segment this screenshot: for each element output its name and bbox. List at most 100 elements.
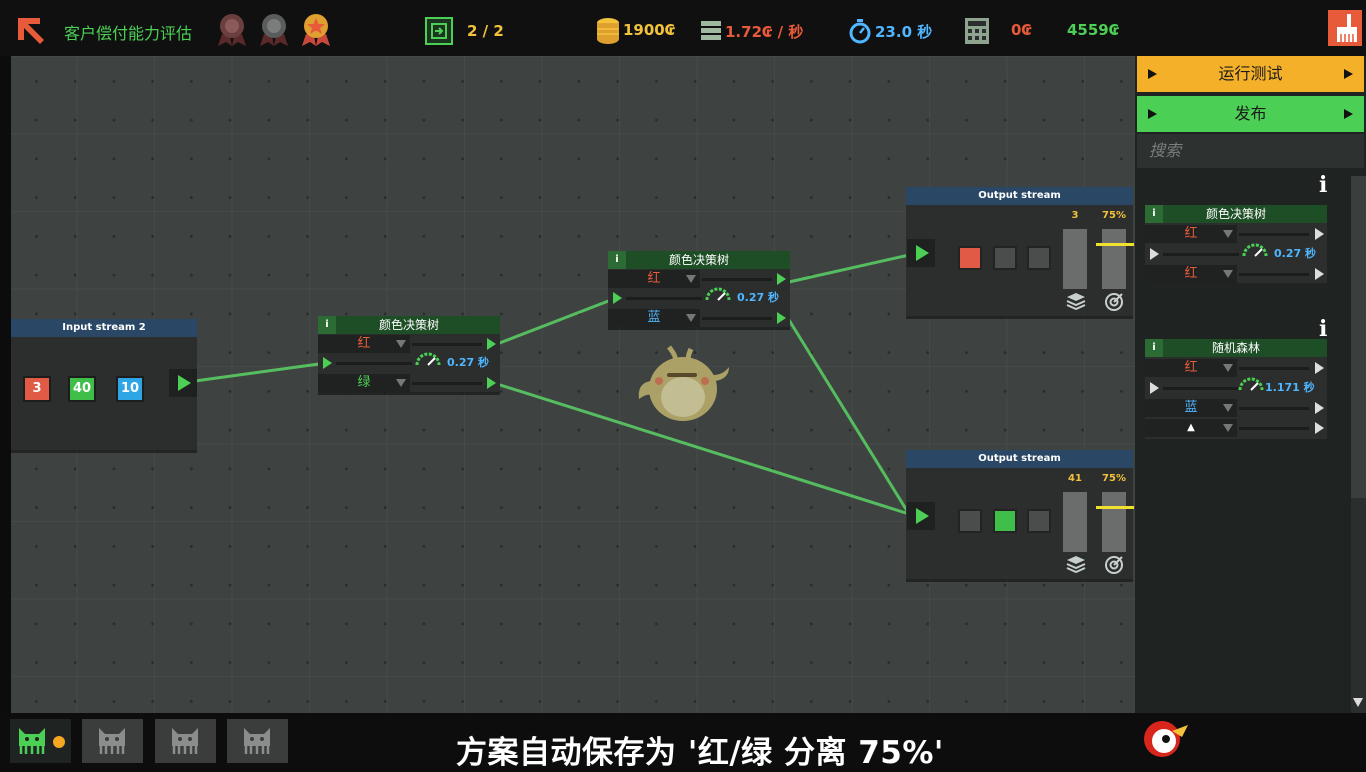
sidebar-card-random-forest[interactable]: i 随机森林 红 蓝 ▲ 1.171 秒 [1145,339,1327,439]
run-test-button[interactable]: 运行测试 [1137,56,1364,92]
mascot-character [633,341,733,425]
output-1-count-meter [1063,229,1087,289]
tree-a-class-dropdown-1[interactable]: 红 [318,335,410,353]
bronze-medal-icon [218,14,246,46]
sidebar-card2-output-3 [1314,421,1324,435]
publish-button[interactable]: 发布 [1137,96,1364,132]
output-stream-node-2[interactable]: Output stream 41 75% [906,450,1134,579]
output-2-input-port[interactable] [907,502,935,530]
output-2-accuracy-meter [1102,492,1126,552]
output-2-count-meter [1063,492,1087,552]
active-slot[interactable] [10,719,71,763]
input-stream-node[interactable]: Input stream 2 3 40 10 [11,319,197,450]
save-slot-3[interactable] [227,719,288,763]
sidebar-card2-dropdown-3[interactable]: ▲ [1145,419,1237,437]
tree-a-class-dropdown-2[interactable]: 绿 [318,374,410,392]
decision-tree-node-b[interactable]: i 颜色决策树 红 蓝 0.27 秒 [608,251,790,327]
calc-value: 0₢ [1011,21,1032,39]
output-2-green-slot [993,509,1017,533]
sidebar-card2-title: 随机森林 [1211,341,1260,355]
sidebar-card-decision-tree[interactable]: i 颜色决策树 红 红 0.27 秒 [1145,205,1327,283]
tree-b-output-port-1[interactable] [776,272,786,286]
level-counter: 2 / 2 [467,22,504,40]
top-bar: 客户偿付能力评估 2 / 2 1900₢ 1.72₢ / 秒 23.0 秒 0₢… [0,0,1366,56]
sidebar-card2-input [1149,381,1159,395]
component-sidebar: 运行测试 发布 搜索 i i 颜色决策树 红 红 0.27 秒 i i 随机森林 红… [1135,56,1366,713]
tree-b-speed: 0.27 秒 [737,291,779,304]
clear-broom-button[interactable] [1328,10,1362,46]
workspace-canvas[interactable]: Input stream 2 3 40 10 i 颜色决策树 红 绿 0.27 秒… [11,56,1135,713]
wire-tree-b-to-output-2 [787,319,911,515]
input-value-green: 40 [68,376,96,402]
output-1-green-slot [993,246,1017,270]
output-1-blue-slot [1027,246,1051,270]
info-icon[interactable]: i [1319,172,1327,198]
output-1-input-port[interactable] [907,239,935,267]
autosave-caption: 方案自动保存为 '红/绿 分离 75%' [456,735,944,771]
output-1-title: Output stream [906,187,1133,205]
tree-b-input-port[interactable] [612,291,622,305]
wire-tree-b-to-output-1 [788,253,910,284]
back-arrow-icon[interactable] [14,14,48,48]
tree-a-output-port-2[interactable] [486,376,496,390]
search-input[interactable]: 搜索 [1137,134,1364,168]
scroll-down-icon[interactable] [1353,698,1363,707]
output-2-count: 41 [1068,473,1082,484]
stopwatch-icon [848,18,872,44]
status-dot [53,736,65,748]
input-value-red: 3 [23,376,51,402]
cost-rate-value: 1.72₢ / 秒 [725,23,804,41]
output-1-target-line [1096,243,1134,246]
tree-a-speed: 0.27 秒 [447,356,489,369]
server-cost-icon [700,19,722,41]
info-icon[interactable]: i [608,251,626,269]
scroll-thumb[interactable] [1351,176,1366,498]
sidebar-card2-dropdown-2[interactable]: 蓝 [1145,399,1237,417]
tree-b-class-dropdown-2[interactable]: 蓝 [608,309,700,327]
info-icon[interactable]: i [1145,205,1163,223]
input-stream-title: Input stream 2 [11,319,197,337]
output-1-accuracy-meter [1102,229,1126,289]
cat-robot-icon [244,728,270,754]
sidebar-card1-title: 颜色决策树 [1205,207,1266,221]
wire-tree-a-to-tree-b [496,298,612,346]
output-2-blue-slot [1027,509,1051,533]
tree-b-class-dropdown-1[interactable]: 红 [608,270,700,288]
decision-tree-node-a[interactable]: i 颜色决策树 红 绿 0.27 秒 [318,316,500,392]
sidebar-card1-output-2 [1314,267,1324,281]
info-icon[interactable]: i [318,316,336,334]
time-value: 23.0 秒 [875,23,933,41]
sidebar-scrollbar[interactable] [1351,176,1366,713]
target-icon [1105,556,1123,574]
speed-gauge-icon [705,287,731,301]
bottom-bar: 方案自动保存为 '红/绿 分离 75%' [0,713,1366,771]
stack-icon [1066,293,1086,310]
tree-a-input-port[interactable] [322,356,332,370]
level-icon [425,17,453,45]
save-slot-1[interactable] [82,719,143,763]
stack-icon [1066,556,1086,573]
watermark-logo [1142,717,1190,763]
tree-a-output-port-1[interactable] [486,337,496,351]
speed-gauge-icon [1242,243,1268,257]
output-2-red-slot [958,509,982,533]
sidebar-card2-dropdown-1[interactable]: 红 [1145,359,1237,377]
sidebar-card2-output-2 [1314,401,1324,415]
output-2-percent: 75% [1102,473,1126,484]
sidebar-card1-speed: 0.27 秒 [1274,247,1316,260]
input-stream-output-port[interactable] [169,369,197,397]
speed-gauge-icon [415,352,441,366]
sidebar-card2-speed: 1.171 秒 [1265,381,1315,394]
tree-a-title: 颜色决策树 [378,318,439,332]
tree-b-output-port-2[interactable] [776,311,786,325]
coins-icon [595,17,621,45]
output-stream-node-1[interactable]: Output stream 3 75% [906,187,1134,316]
output-2-target-line [1096,506,1134,509]
info-icon[interactable]: i [1145,339,1163,357]
save-slot-2[interactable] [155,719,216,763]
sidebar-card1-dropdown-1[interactable]: 红 [1145,225,1237,243]
output-1-count: 3 [1071,210,1079,221]
cat-robot-icon [19,728,45,754]
sidebar-card1-dropdown-2[interactable]: 红 [1145,265,1237,283]
sidebar-card1-output-1 [1314,227,1324,241]
